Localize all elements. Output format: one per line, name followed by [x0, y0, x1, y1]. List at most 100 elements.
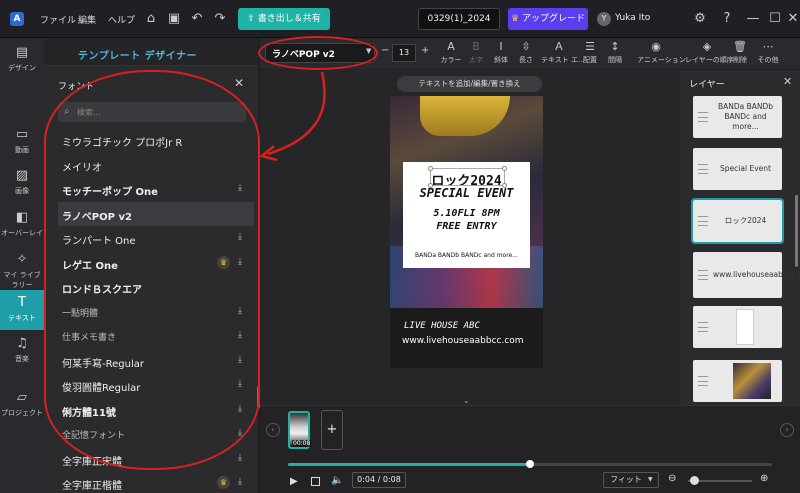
card-event-text[interactable]: SPECIAL EVENT [403, 186, 530, 200]
venue-url-text[interactable]: www.livehouseaabbcc.com [402, 336, 524, 346]
drag-handle-icon[interactable] [698, 376, 708, 386]
font-size-increase-button[interactable]: + [421, 45, 429, 56]
layer-item[interactable]: www.livehouseaabbcc.com [693, 252, 800, 298]
menu-edit[interactable]: 編集 [78, 13, 96, 26]
card-entry-text[interactable]: FREE ENTRY [403, 221, 530, 232]
home-icon[interactable]: ⌂ [143, 11, 159, 27]
menu-help[interactable]: ヘルプ [108, 13, 135, 26]
chevron-down-icon[interactable]: ⌄ [463, 396, 470, 405]
layer-order-button[interactable]: ◈ レイヤーの順序 [685, 40, 734, 68]
sidebar-item-image[interactable]: ▨ 画像 [0, 163, 44, 203]
crown-icon: ♛ [511, 14, 522, 24]
resize-handle[interactable] [502, 166, 507, 171]
resize-handle[interactable] [428, 166, 433, 171]
font-list-item[interactable]: 全字庫正楷體 ♛ ⤓ [58, 471, 254, 493]
time-display: 0:04 / 0:08 [352, 472, 406, 488]
layer-item[interactable]: BANDa BANDb BANDc and more... [693, 96, 782, 138]
download-icon[interactable]: ⤓ [238, 477, 242, 487]
color-button[interactable]: A カラー [440, 40, 462, 68]
delete-button[interactable]: 🗑 削除 [730, 40, 750, 68]
layer-item[interactable]: Special Event [693, 148, 782, 190]
undo-icon[interactable]: ↶ [189, 11, 205, 27]
tool-label: カラー [440, 56, 462, 64]
sidebar-item-video[interactable]: ▭ 動画 [0, 122, 44, 162]
delete-icon: 🗑 [733, 40, 747, 53]
drag-handle-icon[interactable] [698, 112, 708, 122]
project-name-field[interactable]: 0329(1)_2024 [418, 8, 500, 30]
drag-handle-icon[interactable] [698, 164, 708, 174]
layer-item[interactable] [693, 306, 782, 348]
clip-duration: 00:08 [292, 440, 312, 447]
layer-panel-scrollbar[interactable] [795, 195, 798, 267]
export-share-button[interactable]: ⇪ 書き出し＆共有 [238, 8, 330, 30]
length-button[interactable]: ⇳ 長さ [515, 40, 537, 68]
sidebar-item-text[interactable]: T テキスト [0, 290, 44, 330]
resize-handle[interactable] [502, 183, 507, 188]
zoom-in-icon[interactable]: ⊕ [760, 473, 768, 484]
sidebar-item-project[interactable]: ▱ プロジェクト [0, 385, 44, 425]
design-canvas[interactable]: ロック2024 SPECIAL EVENT 5.10FLI 8PM FREE E… [390, 96, 543, 368]
align-button[interactable]: ☰ 配置 [580, 40, 600, 68]
layer-label: Special Event [720, 164, 771, 173]
align-icon: ☰ [585, 40, 595, 53]
volume-icon[interactable]: 🔈 [331, 475, 343, 486]
settings-gear-icon[interactable]: ⚙ [692, 11, 708, 27]
drag-handle-icon[interactable] [698, 270, 708, 280]
color-icon: A [447, 40, 455, 53]
menu-file[interactable]: ファイル [40, 13, 76, 26]
resize-handle[interactable] [428, 183, 433, 188]
spacing-icon: ↕ [610, 40, 620, 53]
chevron-left-icon[interactable]: ‹ [266, 423, 280, 437]
font-size-decrease-button[interactable]: − [381, 45, 389, 56]
progress-fill [288, 463, 530, 466]
sidebar-item-design[interactable]: ▤ デザイン [0, 40, 44, 80]
tool-label: レイヤーの順序 [685, 56, 734, 64]
venue-text[interactable]: LIVE HOUSE ABC [404, 321, 480, 331]
add-clip-button[interactable]: + [321, 410, 343, 450]
selection-box[interactable] [428, 166, 507, 188]
italic-button[interactable]: I 斜体 [490, 40, 512, 68]
bold-icon: B [472, 40, 480, 53]
spacing-button[interactable]: ↕ 間隔 [604, 40, 626, 68]
download-icon[interactable]: ⤓ [238, 453, 242, 463]
sidebar-item-label: マイ ライブラリー [3, 271, 41, 289]
layer-item[interactable] [693, 360, 782, 402]
tool-label: 太字 [469, 56, 483, 64]
card-date-text[interactable]: 5.10FLI 8PM [403, 208, 530, 219]
sidebar-item-label: オーバーレイ [1, 229, 43, 237]
length-icon: ⇳ [521, 40, 531, 53]
close-icon[interactable]: ✕ [783, 75, 792, 88]
close-window-icon[interactable]: ✕ [785, 11, 800, 27]
font-size-input[interactable]: 13 [392, 44, 416, 62]
save-icon[interactable]: ▣ [166, 11, 182, 27]
drag-handle-icon[interactable] [698, 216, 708, 226]
maximize-icon[interactable]: ☐ [767, 11, 783, 27]
bold-button: B 太字 [465, 40, 487, 68]
more-button[interactable]: ⋯ その他 [757, 40, 779, 68]
stop-icon[interactable] [311, 477, 320, 486]
upgrade-button[interactable]: ♛ アップグレード [508, 8, 588, 30]
layer-label: BANDa BANDb BANDc and more... [717, 102, 774, 131]
sidebar-item-overlay[interactable]: ◧ オーバーレイ [0, 205, 44, 245]
close-icon[interactable]: ✕ [234, 76, 244, 90]
play-icon[interactable]: ▶ [290, 476, 298, 487]
card-bands-text[interactable]: BANDa BANDb BANDc and more... [403, 252, 530, 259]
redo-icon[interactable]: ↷ [212, 11, 228, 27]
canvas-hint[interactable]: テキストを追加/編集/置き換え [397, 76, 542, 92]
sidebar-item-music[interactable]: ♫ 音楽 [0, 331, 44, 371]
avatar[interactable]: Y [597, 12, 611, 26]
italic-icon: I [499, 40, 503, 53]
image-icon: ▨ [15, 168, 29, 183]
help-icon[interactable]: ? [719, 11, 735, 27]
progress-knob[interactable] [526, 460, 534, 468]
sidebar-item-my-library[interactable]: ✧ マイ ライブラリー [0, 247, 44, 289]
animation-button[interactable]: ◉ アニメーション [637, 40, 686, 68]
layer-item[interactable]: ロック2024 [691, 198, 784, 244]
username[interactable]: Yuka Ito [615, 13, 650, 23]
drag-handle-icon[interactable] [698, 322, 708, 332]
text-effect-button[interactable]: Ａ テキスト エ... [541, 40, 585, 68]
minimize-icon[interactable]: — [745, 11, 761, 27]
chevron-right-icon[interactable]: › [780, 423, 794, 437]
sidebar-item-label: 音楽 [15, 355, 29, 363]
zoom-out-icon[interactable]: ⊖ [668, 473, 676, 484]
